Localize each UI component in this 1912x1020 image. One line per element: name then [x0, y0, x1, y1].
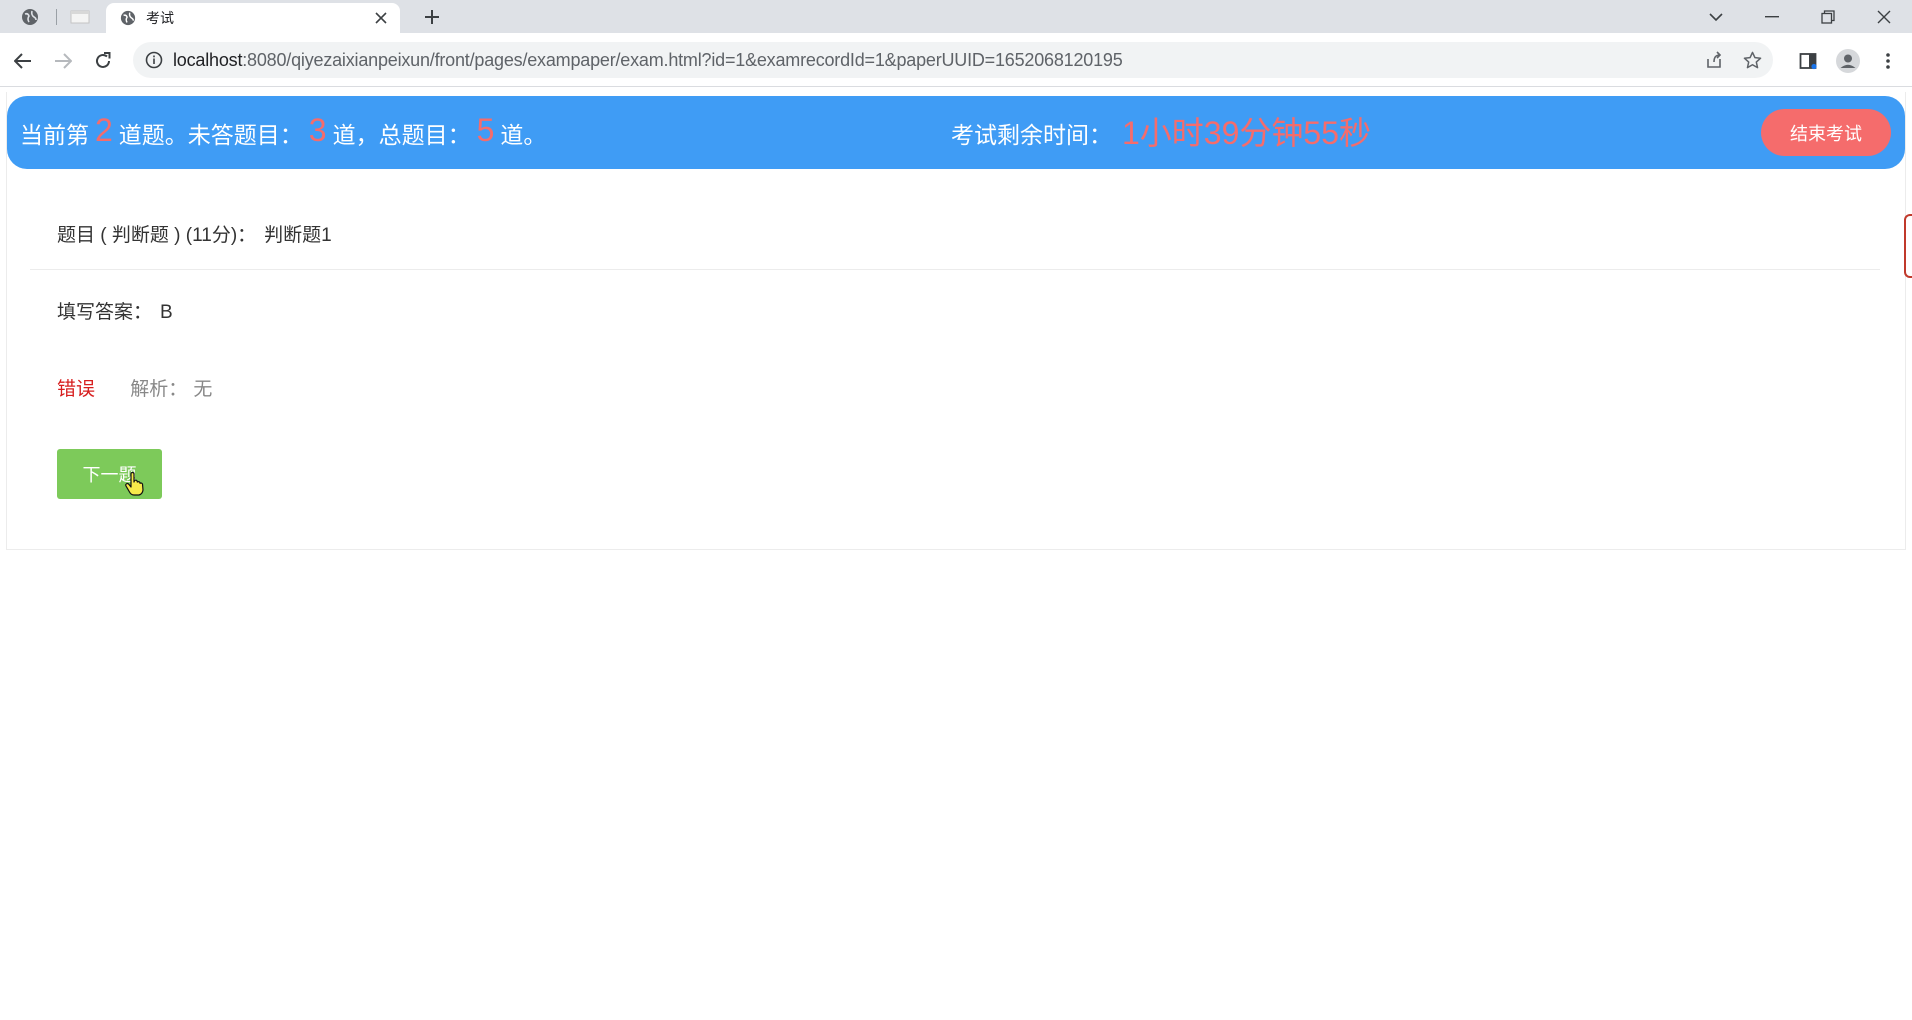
url-path: :8080/qiyezaixianpeixun/front/pages/exam…	[242, 49, 1123, 70]
kebab-menu-icon	[1886, 53, 1890, 69]
progress-summary: 当前第 2 道题。未答题目： 3 道，总题目： 5 道。	[20, 96, 546, 169]
unanswered-suffix: 道，总题目：	[332, 121, 471, 148]
url-host: localhost	[173, 49, 243, 70]
forward-button[interactable]	[48, 46, 78, 76]
result-status: 错误	[57, 379, 96, 400]
pinned-tab-2[interactable]	[54, 0, 106, 33]
profile-icon	[1836, 49, 1860, 73]
total-count: 5	[476, 112, 495, 148]
current-suffix: 道题。未答题目：	[118, 121, 303, 148]
question-text: 判断题1	[264, 225, 332, 246]
side-panel-icon	[1799, 53, 1817, 70]
time-value: 1小时39分钟55秒	[1122, 114, 1371, 151]
restore-icon	[1821, 9, 1835, 24]
question-title: 题目 ( 判断题 ) (11分)： 判断题1	[57, 220, 332, 247]
profile-button[interactable]	[1833, 46, 1863, 76]
answer-row: 填写答案： B	[57, 297, 173, 324]
unanswered-count: 3	[308, 112, 327, 148]
divider	[30, 269, 1880, 270]
tab-active[interactable]: 考试	[106, 3, 400, 33]
arrow-right-icon	[55, 53, 72, 69]
share-icon	[1707, 51, 1722, 68]
back-button[interactable]	[8, 46, 38, 76]
minimize-button[interactable]	[1744, 0, 1800, 33]
pinned-tab-1[interactable]	[4, 0, 56, 33]
question-label: 题目 ( 判断题 ) (11分)：	[57, 225, 257, 246]
tab-title: 考试	[146, 10, 174, 26]
globe-icon	[120, 10, 136, 26]
star-icon	[1743, 51, 1762, 68]
answer-label: 填写答案：	[57, 302, 153, 323]
reload-button[interactable]	[88, 46, 118, 76]
menu-button[interactable]	[1873, 46, 1903, 76]
bookmark-button[interactable]	[1743, 42, 1762, 78]
scroll-indicator[interactable]	[1904, 214, 1912, 278]
exam-header: 当前第 2 道题。未答题目： 3 道，总题目： 5 道。 考试剩余时间： 1小时…	[7, 96, 1905, 169]
arrow-left-icon	[14, 53, 31, 69]
restore-button[interactable]	[1800, 0, 1856, 33]
next-question-button[interactable]: 下一题	[57, 449, 162, 499]
answer-value: B	[160, 302, 173, 323]
close-icon	[1877, 10, 1891, 23]
info-icon[interactable]	[145, 51, 163, 69]
close-window-button[interactable]	[1856, 0, 1912, 33]
address-bar[interactable]: localhost:8080/qiyezaixianpeixun/front/p…	[133, 42, 1773, 78]
remaining-time: 考试剩余时间： 1小时39分钟55秒	[951, 96, 1371, 169]
hand-cursor-icon	[125, 472, 144, 496]
url-text: localhost:8080/qiyezaixianpeixun/front/p…	[173, 50, 1123, 71]
chevron-down-icon	[1709, 12, 1723, 21]
side-panel-button[interactable]	[1793, 46, 1823, 76]
page-icon	[70, 10, 90, 23]
tab-search-button[interactable]	[1688, 0, 1744, 33]
globe-icon	[22, 8, 38, 25]
result-row: 错误 解析：无	[57, 374, 212, 401]
total-suffix: 道。	[500, 121, 547, 148]
close-icon[interactable]	[370, 7, 392, 29]
current-prefix: 当前第	[20, 121, 89, 148]
minimize-icon	[1765, 15, 1779, 17]
tab-strip: 考试	[0, 0, 1912, 33]
explanation-label: 解析：	[130, 379, 188, 400]
explanation-value: 无	[193, 379, 213, 400]
browser-toolbar: localhost:8080/qiyezaixianpeixun/front/p…	[0, 33, 1912, 87]
new-tab-button[interactable]	[418, 3, 446, 31]
reload-icon	[96, 52, 111, 68]
share-button[interactable]	[1705, 42, 1723, 78]
end-exam-button[interactable]: 结束考试	[1761, 109, 1891, 156]
plus-icon	[425, 10, 439, 24]
time-label: 考试剩余时间：	[951, 121, 1112, 148]
current-question-number: 2	[95, 112, 113, 148]
